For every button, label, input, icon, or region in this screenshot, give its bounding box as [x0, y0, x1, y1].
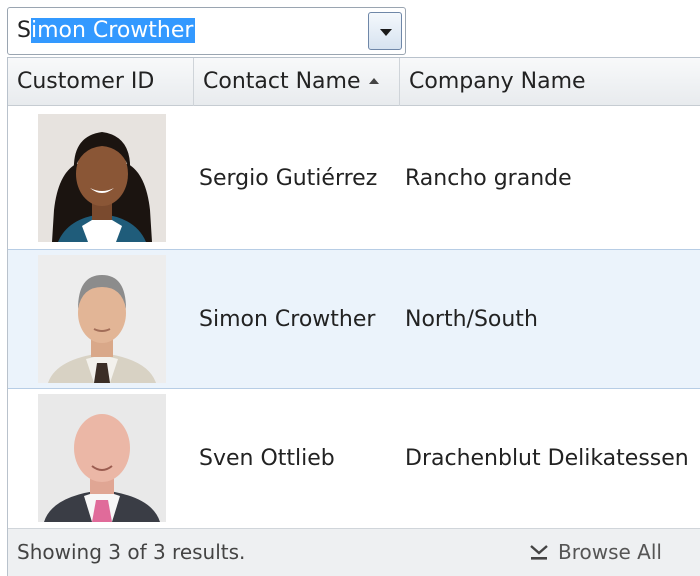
column-header-customer-id[interactable]: Customer ID [8, 58, 194, 106]
bald-man-pink-tie-photo [38, 394, 166, 522]
typed-text: S [17, 18, 31, 43]
double-chevron-down-icon [530, 545, 548, 560]
table-row[interactable]: Sven Ottlieb Drachenblut Delikatessen [8, 389, 700, 529]
browse-all-button[interactable]: Browse All [528, 529, 662, 575]
grid-header: Customer ID Contact Name Company Name [8, 58, 700, 106]
dropdown-button[interactable] [368, 12, 402, 50]
company-name: Rancho grande [405, 166, 572, 191]
table-row[interactable]: Sergio Gutiérrez Rancho grande [8, 109, 700, 249]
dropdown-footer: Showing 3 of 3 results. Browse All [8, 528, 700, 576]
contact-name: Simon Crowther [199, 307, 376, 332]
contact-name: Sergio Gutiérrez [199, 166, 378, 191]
dropdown-panel: Customer ID Contact Name Company Name Se… [7, 57, 700, 576]
contact-name: Sven Ottlieb [199, 446, 335, 471]
column-header-contact-name[interactable]: Contact Name [194, 58, 400, 106]
column-header-company-name[interactable]: Company Name [400, 58, 700, 106]
man-gray-hair-tie-photo [38, 255, 166, 383]
contact-combobox[interactable]: Simon Crowther [7, 7, 406, 55]
company-name: North/South [405, 307, 538, 332]
combo-input[interactable]: Simon Crowther [11, 13, 361, 49]
table-row[interactable]: Simon Crowther North/South [8, 249, 700, 389]
autocomplete-selection: imon Crowther [30, 18, 196, 43]
chevron-down-icon [380, 29, 392, 36]
man-curly-hair-photo [38, 114, 166, 242]
company-name: Drachenblut Delikatessen [405, 446, 689, 471]
results-status: Showing 3 of 3 results. [17, 540, 246, 564]
sort-ascending-icon [368, 78, 379, 84]
